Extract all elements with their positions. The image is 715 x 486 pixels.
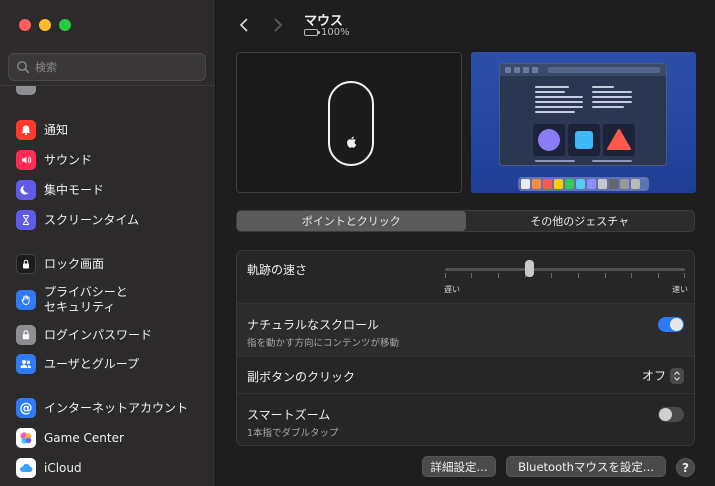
tracking-speed-label: 軌跡の速さ bbox=[247, 263, 308, 277]
sidebar-item-label: 集中モード bbox=[44, 182, 105, 197]
sidebar-item-internet-accounts[interactable]: @ インターネットアカウント bbox=[16, 395, 188, 421]
sidebar-item-label: iCloud bbox=[44, 460, 82, 475]
tab-switcher: ポイントとクリック その他のジェスチャ bbox=[236, 210, 695, 232]
back-button[interactable] bbox=[234, 14, 254, 36]
battery-icon bbox=[304, 29, 320, 36]
sidebar-item-notifications[interactable]: 通知 bbox=[16, 117, 68, 143]
cloud-icon bbox=[16, 458, 36, 478]
main-panel: マウス 100% ポイントとクリック その他のジェスチャ 軌跡の速さ 遅い 速い… bbox=[216, 0, 715, 486]
preview-window bbox=[499, 63, 667, 166]
row-secondary-click: 副ボタンのクリック オフ bbox=[237, 357, 694, 394]
padlock-icon bbox=[16, 325, 36, 345]
sidebar-item-focus[interactable]: 集中モード bbox=[16, 177, 104, 203]
minimize-window-button[interactable] bbox=[39, 19, 51, 31]
sidebar: 通知 サウンド 集中モード スクリーンタイム ロック画面 bbox=[0, 0, 216, 486]
gesture-preview bbox=[471, 52, 696, 193]
chevron-right-icon bbox=[274, 18, 283, 32]
battery-level: 100% bbox=[321, 27, 350, 38]
moon-icon bbox=[16, 180, 36, 200]
sidebar-item-users-groups[interactable]: ユーザとグループ bbox=[16, 351, 139, 377]
sidebar-list: 通知 サウンド 集中モード スクリーンタイム ロック画面 プライバシーと セキュ… bbox=[0, 85, 215, 486]
sidebar-item-label: ログインパスワード bbox=[44, 327, 153, 342]
sidebar-item-privacy[interactable]: プライバシーと セキュリティ bbox=[16, 283, 128, 317]
speaker-icon bbox=[16, 150, 36, 170]
chevron-left-icon bbox=[239, 18, 248, 32]
sidebar-item-label: インターネットアカウント bbox=[44, 400, 189, 415]
zoom-window-button[interactable] bbox=[59, 19, 71, 31]
smart-zoom-description: 1本指でダブルタップ bbox=[247, 428, 339, 439]
sidebar-item-screen-time[interactable]: スクリーンタイム bbox=[16, 207, 139, 233]
row-tracking-speed: 軌跡の速さ 遅い 速い bbox=[237, 251, 694, 304]
at-icon: @ bbox=[16, 398, 36, 418]
secondary-click-popup[interactable]: オフ bbox=[642, 367, 684, 384]
sidebar-item-label: スクリーンタイム bbox=[44, 212, 140, 227]
search-field[interactable] bbox=[8, 53, 206, 81]
game-center-icon bbox=[16, 428, 36, 448]
natural-scroll-toggle[interactable] bbox=[658, 317, 684, 332]
settings-group: 軌跡の速さ 遅い 速い ナチュラルなスクロール 指を動かす方向にコンテンツが移動… bbox=[236, 250, 695, 446]
up-down-chevron-icon bbox=[670, 367, 684, 384]
fast-label: 速い bbox=[672, 285, 688, 294]
close-window-button[interactable] bbox=[19, 19, 31, 31]
partial-icon bbox=[16, 86, 36, 95]
preview-triangle-tile bbox=[603, 124, 635, 156]
sidebar-item-label: サウンド bbox=[44, 152, 93, 167]
advanced-button[interactable]: 詳細設定... bbox=[422, 456, 496, 477]
lock-screen-icon bbox=[16, 254, 36, 274]
battery-status: 100% bbox=[304, 27, 350, 38]
search-input[interactable] bbox=[35, 58, 195, 76]
hand-icon bbox=[16, 290, 36, 310]
sidebar-item-game-center[interactable]: Game Center bbox=[16, 425, 124, 451]
slow-label: 遅い bbox=[444, 285, 460, 294]
secondary-click-label: 副ボタンのクリック bbox=[247, 370, 356, 384]
tab-more-gestures[interactable]: その他のジェスチャ bbox=[466, 211, 695, 231]
sidebar-item-label: ロック画面 bbox=[44, 256, 105, 271]
forward-button[interactable] bbox=[268, 14, 288, 36]
sidebar-item-icloud[interactable]: iCloud bbox=[16, 455, 82, 481]
sidebar-item-label: Game Center bbox=[44, 430, 124, 445]
sidebar-item-partial[interactable] bbox=[16, 86, 44, 98]
search-icon bbox=[17, 61, 30, 74]
bell-icon bbox=[16, 120, 36, 140]
setup-bluetooth-mouse-button[interactable]: Bluetoothマウスを設定... bbox=[506, 456, 666, 477]
tracking-speed-slider[interactable]: 遅い 速い bbox=[444, 260, 688, 294]
sidebar-item-lock-screen[interactable]: ロック画面 bbox=[16, 251, 104, 277]
smart-zoom-toggle[interactable] bbox=[658, 407, 684, 422]
preview-square-tile bbox=[568, 124, 600, 156]
help-button[interactable]: ? bbox=[676, 458, 695, 477]
row-smart-zoom: スマートズーム 1本指でダブルタップ bbox=[237, 394, 694, 445]
window-controls bbox=[19, 19, 71, 31]
natural-scroll-description: 指を動かす方向にコンテンツが移動 bbox=[247, 338, 400, 349]
hourglass-icon bbox=[16, 210, 36, 230]
natural-scroll-label: ナチュラルなスクロール bbox=[247, 318, 380, 332]
row-natural-scroll: ナチュラルなスクロール 指を動かす方向にコンテンツが移動 bbox=[237, 304, 694, 357]
sidebar-item-label: 通知 bbox=[44, 122, 69, 137]
preview-dock bbox=[518, 177, 649, 191]
mouse-illustration-box bbox=[236, 52, 462, 193]
smart-zoom-label: スマートズーム bbox=[247, 408, 331, 422]
sidebar-item-login-password[interactable]: ログインパスワード bbox=[16, 322, 152, 348]
sidebar-item-label: ユーザとグループ bbox=[44, 356, 140, 371]
magic-mouse-icon bbox=[328, 81, 374, 166]
sidebar-item-sound[interactable]: サウンド bbox=[16, 147, 92, 173]
preview-circle-tile bbox=[533, 124, 565, 156]
sidebar-item-label: プライバシーと セキュリティ bbox=[44, 285, 128, 314]
slider-knob[interactable] bbox=[524, 260, 534, 277]
users-icon bbox=[16, 354, 36, 374]
secondary-click-value: オフ bbox=[641, 369, 666, 383]
tab-point-and-click[interactable]: ポイントとクリック bbox=[237, 211, 466, 231]
apple-logo-icon bbox=[347, 136, 357, 148]
